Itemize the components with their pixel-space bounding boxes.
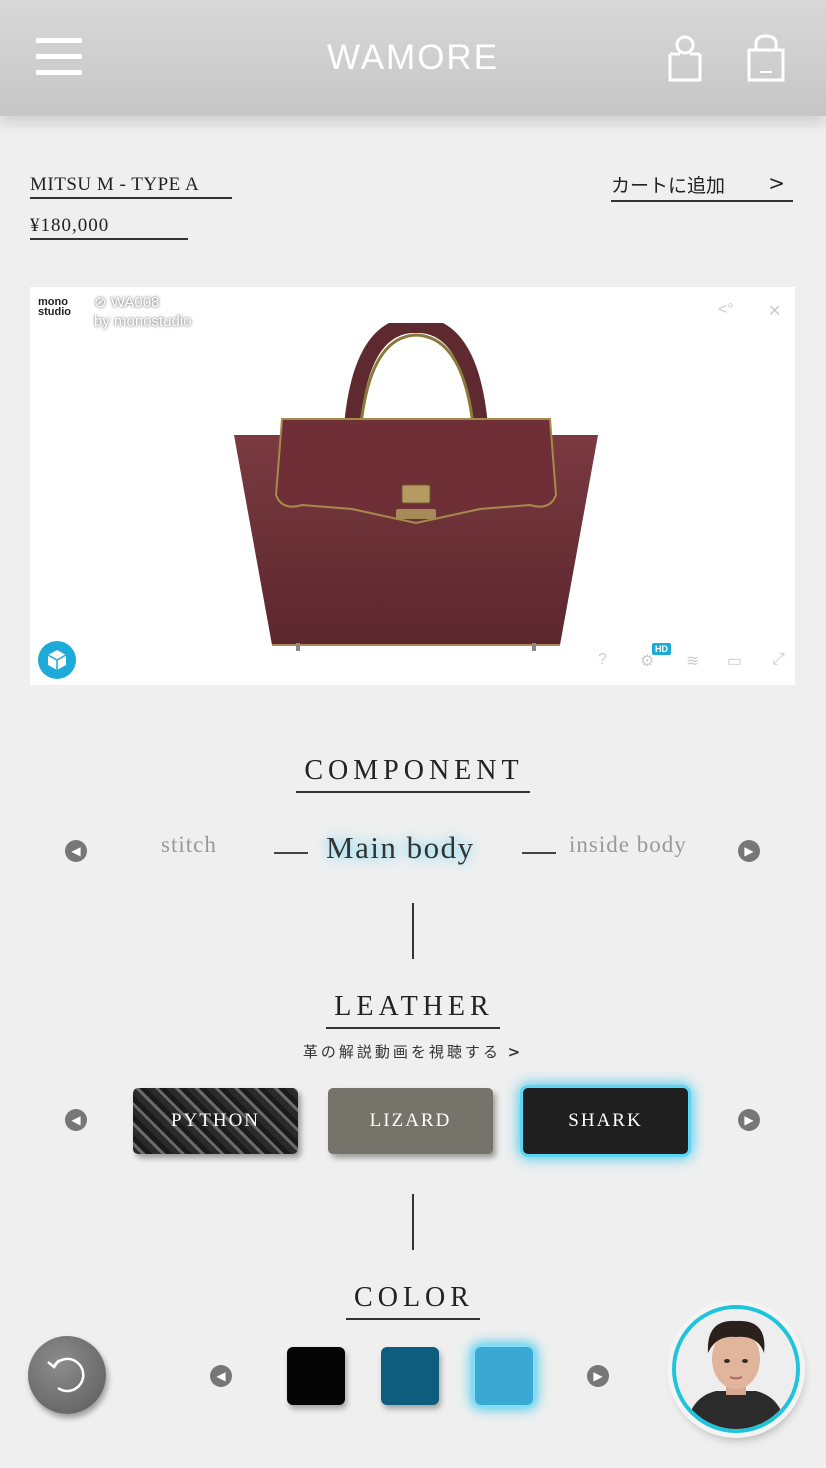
user-icon[interactable] (665, 34, 705, 82)
product-name: MITSU M - TYPE A (30, 174, 232, 199)
leather-video-link[interactable]: 革の解説動画を視聴する > (0, 1041, 826, 1062)
shopping-bag-icon[interactable] (746, 34, 786, 82)
chevron-right-icon: > (768, 171, 785, 195)
component-title: COMPONENT (0, 755, 826, 793)
help-icon[interactable]: ? (598, 651, 607, 669)
model-title: ⊘ WA008 by monostudio (94, 294, 192, 330)
reset-icon[interactable] (28, 1336, 106, 1414)
model-id: WA008 (110, 294, 160, 311)
color-swatch-teal[interactable] (381, 1347, 439, 1405)
sketchfab-logo-icon[interactable] (38, 641, 76, 679)
divider-dash (522, 852, 556, 854)
component-prev-button[interactable]: ◀ (65, 840, 87, 862)
leather-option-lizard[interactable]: LIZARD (328, 1088, 493, 1154)
layers-icon[interactable]: ≋ (686, 651, 699, 671)
hd-badge: HD (652, 643, 671, 655)
assistant-avatar[interactable] (672, 1305, 800, 1433)
component-next-button[interactable]: ▶ (738, 840, 760, 862)
component-option-inside-body[interactable]: inside body (569, 832, 687, 858)
color-swatch-sky-blue[interactable] (475, 1347, 533, 1405)
color-prev-button[interactable]: ◀ (210, 1365, 232, 1387)
component-option-stitch[interactable]: stitch (161, 832, 217, 858)
handbag-model[interactable] (230, 323, 602, 653)
model-byline: by monostudio (94, 313, 192, 330)
share-icon[interactable]: <° (718, 301, 734, 319)
product-price: ¥180,000 (30, 215, 188, 240)
leather-next-button[interactable]: ▶ (738, 1109, 760, 1131)
section-connector (412, 903, 414, 959)
divider-dash (274, 852, 308, 854)
3d-model-viewer[interactable]: mono studio ⊘ WA008 by monostudio <° ✕ ?… (30, 287, 795, 685)
component-option-main-body[interactable]: Main body (326, 830, 475, 866)
add-to-cart-button[interactable]: カートに追加 > (611, 171, 793, 202)
chevron-right-icon: > (507, 1043, 524, 1061)
add-to-cart-label: カートに追加 (611, 176, 726, 197)
app-header: WAMORE (0, 0, 826, 116)
fullscreen-icon[interactable]: ✕ (768, 301, 781, 321)
expand-icon[interactable]: ⤢ (772, 651, 785, 669)
monostudio-logo: mono studio (38, 296, 71, 318)
color-next-button[interactable]: ▶ (587, 1365, 609, 1387)
vr-icon[interactable]: ▭ (727, 651, 742, 671)
leather-option-python[interactable]: PYTHON (133, 1088, 298, 1154)
section-connector (412, 1194, 414, 1250)
leather-option-shark[interactable]: SHARK (523, 1088, 688, 1154)
color-swatch-black[interactable] (287, 1347, 345, 1405)
leather-prev-button[interactable]: ◀ (65, 1109, 87, 1131)
leather-title: LEATHER (0, 991, 826, 1029)
